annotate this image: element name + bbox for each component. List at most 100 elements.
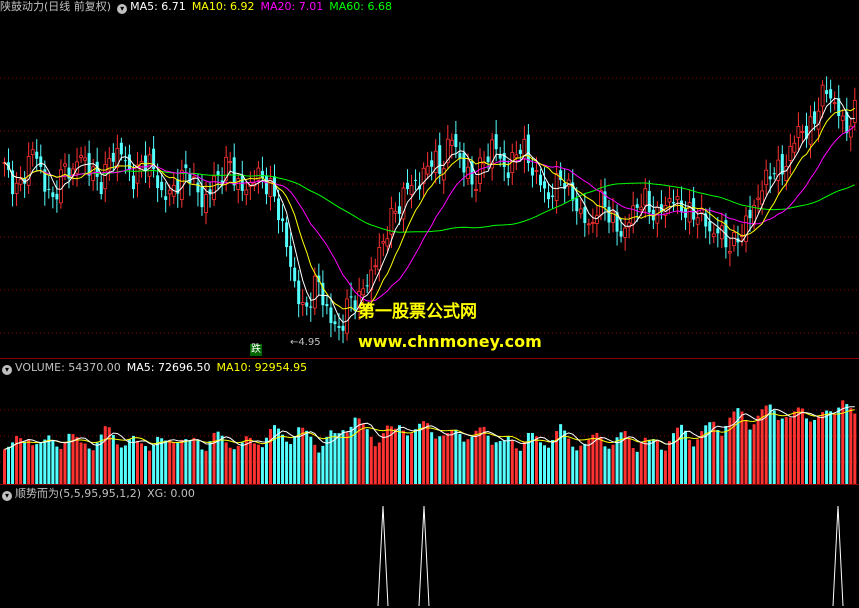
candle-body [312, 275, 317, 309]
volume-bar [813, 419, 817, 484]
candle-body [123, 160, 127, 162]
candle-body [196, 182, 200, 193]
candle-body [167, 189, 172, 195]
volume-bar [75, 436, 79, 484]
candle-body [578, 208, 583, 214]
candle-body [281, 218, 285, 222]
volume-bar [418, 423, 422, 484]
candle-body [430, 160, 434, 167]
candle-body [160, 181, 164, 191]
volume-bar [631, 448, 635, 484]
candle-body [300, 302, 305, 305]
volume-bar [51, 440, 55, 484]
volume-bar [607, 448, 611, 484]
volume-bar [232, 449, 236, 484]
volume-bar [79, 442, 83, 484]
volume-bar [345, 432, 349, 484]
candle-body [373, 265, 378, 268]
candle-body [212, 175, 216, 200]
candle-body [498, 154, 502, 159]
volume-bar [603, 446, 607, 484]
volume-bar [7, 446, 11, 484]
candle-body [478, 157, 482, 184]
volume-bar [401, 430, 405, 484]
candle-body [264, 175, 268, 195]
volume-bar [567, 438, 571, 484]
volume-bar [87, 448, 91, 484]
volume-bar [329, 430, 333, 484]
candle-body [184, 164, 188, 169]
volume-bar [11, 442, 15, 484]
volume-bar [772, 410, 776, 484]
candle-body [530, 167, 534, 176]
volume-bar [756, 415, 760, 484]
candle-body [438, 145, 442, 174]
candle-body [449, 139, 454, 146]
candle-body [47, 188, 51, 190]
candle-body [474, 189, 478, 191]
candle-body [341, 325, 345, 331]
candle-body [526, 134, 530, 164]
candle-body [728, 251, 732, 254]
volume-bar [551, 439, 555, 484]
candle-body [813, 111, 817, 124]
candle-body [333, 321, 337, 325]
volume-bar [212, 432, 216, 484]
signal-spike [832, 505, 844, 607]
candle-body [586, 223, 591, 226]
candle-body [385, 238, 390, 247]
volume-bar [115, 444, 119, 484]
volume-bar [543, 445, 547, 484]
volume-bar [313, 444, 317, 484]
candle-body [547, 192, 551, 200]
volume-bar [740, 411, 744, 484]
volume-bar [135, 440, 139, 484]
volume-bar [321, 445, 325, 484]
candle-body [631, 205, 636, 225]
candle-body [204, 194, 208, 213]
volume-bar [168, 440, 172, 484]
candle-body [30, 149, 35, 156]
volume-bar [220, 435, 224, 484]
volume-bar [829, 411, 833, 484]
candle-body [551, 195, 555, 198]
candle-body [825, 90, 829, 95]
candle-body [345, 298, 349, 334]
volume-bar [91, 450, 95, 484]
volume-bar [599, 436, 603, 484]
volume-bar [422, 421, 426, 484]
volume-bar [99, 434, 103, 484]
volume-bar [224, 442, 228, 484]
volume-bar [748, 429, 752, 484]
volume-bar [514, 448, 518, 484]
volume-bar [676, 427, 680, 484]
candle-body [179, 169, 184, 201]
volume-bar [23, 441, 27, 484]
volume-bar [325, 436, 329, 484]
volume-bar [35, 444, 39, 484]
volume-bar [522, 441, 526, 484]
candle-body [389, 208, 394, 235]
volume-bar [845, 404, 849, 484]
candle-body [514, 154, 519, 158]
volume-bar [200, 449, 204, 484]
volume-bar [538, 442, 542, 484]
candle-body [639, 206, 644, 211]
volume-bar [502, 440, 506, 484]
volume-bar [208, 441, 212, 484]
volume-bar [337, 433, 341, 484]
candle-body [309, 306, 313, 308]
volume-bar [720, 435, 724, 484]
candle-body [103, 164, 108, 190]
volume-bar [361, 423, 365, 484]
candle-body [156, 175, 160, 188]
volume-bar [341, 430, 345, 484]
volume-bar [236, 445, 240, 484]
candle-body [792, 142, 797, 153]
volume-bar [760, 409, 764, 484]
candle-body [708, 221, 712, 232]
volume-bar [643, 437, 647, 484]
candle-body [208, 189, 212, 195]
volume-bar [63, 441, 67, 484]
candle-body [595, 215, 599, 224]
